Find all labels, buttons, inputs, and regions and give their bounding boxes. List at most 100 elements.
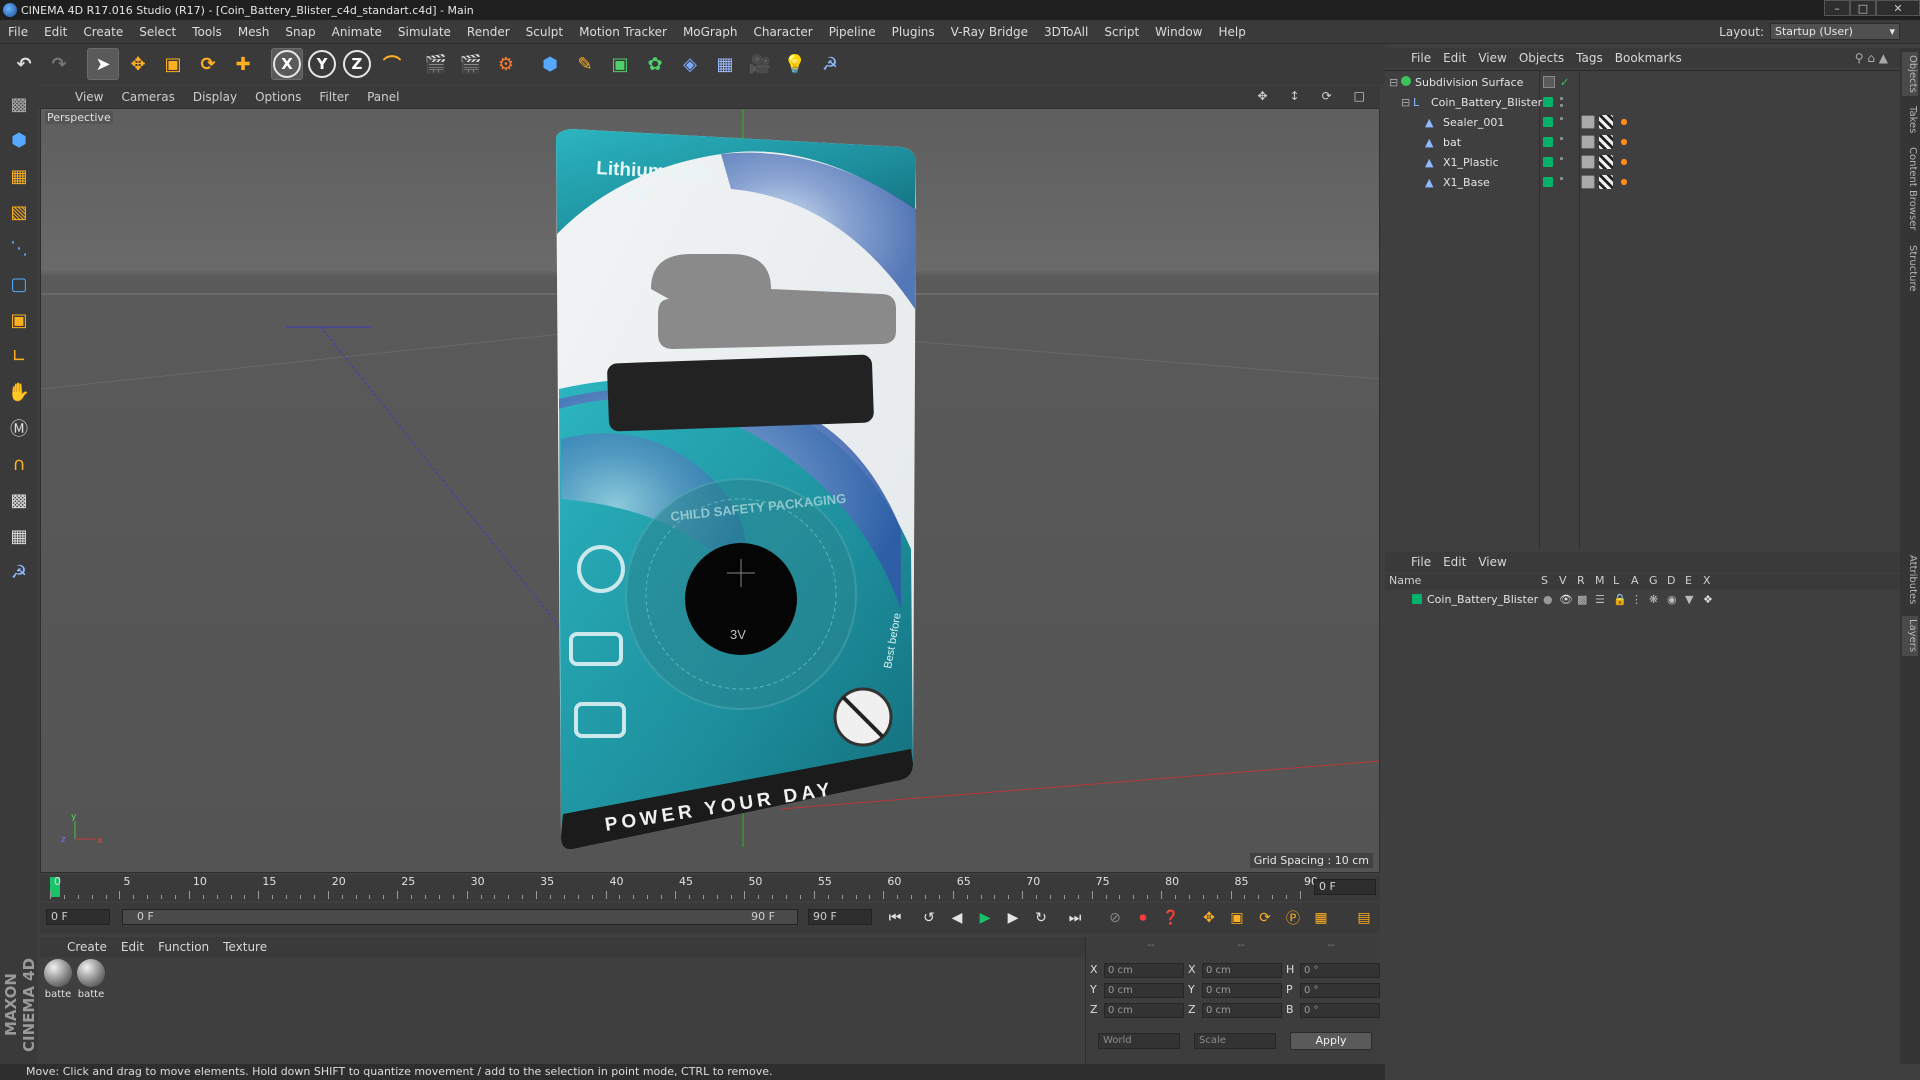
rotation-p-field[interactable]: 0 ° xyxy=(1300,983,1380,998)
material-menu-function[interactable]: Function xyxy=(151,940,216,954)
menu-mograph[interactable]: MoGraph xyxy=(675,25,746,39)
viewport-menu-options[interactable]: Options xyxy=(246,90,310,104)
menu-sculpt[interactable]: Sculpt xyxy=(518,25,571,39)
solo-toggle-icon[interactable]: ● xyxy=(1543,590,1553,609)
polygons-mode-icon[interactable]: ▣ xyxy=(2,304,36,336)
tab-content-browser[interactable]: Content Browser xyxy=(1902,144,1918,234)
last-tool-icon[interactable]: ✚ xyxy=(227,48,259,80)
visibility-toggle[interactable] xyxy=(1543,76,1555,88)
position-y-field[interactable]: 0 cm xyxy=(1104,983,1184,998)
rotation-h-field[interactable]: 0 ° xyxy=(1300,963,1380,978)
zoom-view-icon[interactable]: ↕ xyxy=(1281,89,1309,103)
generator-toggle-icon[interactable]: ❋ xyxy=(1649,590,1658,609)
layer-color-swatch[interactable] xyxy=(1412,594,1422,604)
coordinate-mode-dropdown[interactable]: Scale xyxy=(1194,1033,1276,1049)
end-frame-field[interactable]: 90 F xyxy=(808,909,872,925)
pan-view-icon[interactable]: ✥ xyxy=(1248,89,1276,103)
next-frame-icon[interactable]: ▶ xyxy=(1001,907,1025,929)
layer-header-deformers[interactable]: D xyxy=(1667,574,1675,587)
render-visibility-dot[interactable] xyxy=(1560,104,1563,107)
objects-menu-tags[interactable]: Tags xyxy=(1570,51,1609,65)
minimize-icon[interactable]: – xyxy=(1824,0,1850,16)
menu-file[interactable]: File xyxy=(0,25,36,39)
position-x-field[interactable]: 0 cm xyxy=(1104,963,1184,978)
live-selection-icon[interactable]: ➤ xyxy=(87,48,119,80)
menu-snap[interactable]: Snap xyxy=(277,25,323,39)
layers-menu-file[interactable]: File xyxy=(1405,555,1437,569)
size-y-field[interactable]: 0 cm xyxy=(1202,983,1282,998)
uvw-tag-icon[interactable] xyxy=(1599,135,1613,149)
python-icon[interactable]: ☭ xyxy=(814,48,846,80)
frame-ruler[interactable]: 0 5 10 15 20 25 30 35 40 45 50 55 60 65 70 75 80 85 90 xyxy=(50,875,1318,899)
range-slider[interactable]: 0 F 90 F xyxy=(122,909,798,925)
menu-pipeline[interactable]: Pipeline xyxy=(821,25,884,39)
size-x-field[interactable]: 0 cm xyxy=(1202,963,1282,978)
phong-tag-icon[interactable] xyxy=(1581,175,1595,189)
layer-header-locked[interactable]: L xyxy=(1613,574,1619,587)
layers-menu-view[interactable]: View xyxy=(1472,555,1512,569)
go-to-start-icon[interactable]: ⏮ xyxy=(883,907,907,929)
search-icon[interactable]: ⚲ ⌂ ▲ xyxy=(1849,51,1894,65)
objects-menu-view[interactable]: View xyxy=(1472,51,1512,65)
layer-header-render[interactable]: R xyxy=(1577,574,1585,587)
manager-toggle-icon[interactable]: ☰ xyxy=(1595,590,1605,609)
menu-script[interactable]: Script xyxy=(1096,25,1147,39)
previous-frame-icon[interactable]: ◀ xyxy=(945,907,969,929)
object-row[interactable]: ▲ X1_Base xyxy=(1385,173,1900,192)
layer-header-generators[interactable]: G xyxy=(1649,574,1658,587)
tab-objects[interactable]: Objects xyxy=(1902,52,1918,96)
rotation-b-field[interactable]: 0 ° xyxy=(1300,1003,1380,1018)
editor-visibility-dot[interactable] xyxy=(1560,117,1563,120)
object-row[interactable]: ▲ X1_Plastic xyxy=(1385,153,1900,172)
record-active-objects-icon[interactable]: ⏺ xyxy=(1131,907,1155,929)
scale-tool-icon[interactable]: ▣ xyxy=(157,48,189,80)
editor-visibility-dot[interactable] xyxy=(1560,137,1563,140)
cloner-icon[interactable]: ✿ xyxy=(639,48,671,80)
tweak-mode-icon[interactable]: ✋ xyxy=(2,376,36,408)
phong-tag-icon[interactable] xyxy=(1581,155,1595,169)
uvw-tag-icon[interactable] xyxy=(1599,155,1613,169)
expand-icon[interactable]: ⊟ xyxy=(1389,73,1398,92)
object-row[interactable]: ⊟ L Coin_Battery_Blister xyxy=(1385,93,1900,112)
coordinate-space-dropdown[interactable]: World xyxy=(1098,1033,1180,1049)
object-row[interactable]: ▲ Sealer_001 xyxy=(1385,113,1900,132)
points-mode-icon[interactable]: ⋱ xyxy=(2,232,36,264)
layer-header-expressions[interactable]: E xyxy=(1685,574,1692,587)
xref-toggle-icon[interactable]: ❖ xyxy=(1703,590,1713,609)
material-menu-create[interactable]: Create xyxy=(60,940,114,954)
layers-menu-edit[interactable]: Edit xyxy=(1437,555,1472,569)
layout-dropdown[interactable]: Startup (User) ▾ xyxy=(1770,23,1900,40)
view-toggle-icon[interactable]: 👁 xyxy=(1559,590,1573,609)
objects-menu-file[interactable]: File xyxy=(1405,51,1437,65)
z-axis-lock-button[interactable]: Z xyxy=(341,48,373,80)
animation-toggle-icon[interactable]: ⋮ xyxy=(1631,590,1642,609)
object-row[interactable]: ▲ bat xyxy=(1385,133,1900,152)
size-z-field[interactable]: 0 cm xyxy=(1202,1003,1282,1018)
scheme-settings-icon[interactable]: ▤ xyxy=(1352,907,1376,929)
menu-character[interactable]: Character xyxy=(745,25,820,39)
y-axis-lock-button[interactable]: Y xyxy=(306,48,338,80)
make-editable-icon[interactable]: ▩ xyxy=(2,88,36,120)
viewport-menu-cameras[interactable]: Cameras xyxy=(112,90,183,104)
menu-simulate[interactable]: Simulate xyxy=(390,25,459,39)
menu-motion-tracker[interactable]: Motion Tracker xyxy=(571,25,675,39)
subdivision-surface-icon[interactable]: ▣ xyxy=(604,48,636,80)
layer-header-view[interactable]: V xyxy=(1559,574,1567,587)
object-row[interactable]: ⊟ Subdivision Surface ✓ xyxy=(1385,73,1900,92)
objects-menu-edit[interactable]: Edit xyxy=(1437,51,1472,65)
close-icon[interactable]: ✕ xyxy=(1876,0,1920,16)
expand-icon[interactable]: ⊟ xyxy=(1401,93,1410,112)
layer-header-solo[interactable]: S xyxy=(1541,574,1548,587)
current-frame-field[interactable]: 0 F xyxy=(1314,879,1376,895)
layer-header-name[interactable]: Name xyxy=(1389,574,1421,587)
expression-toggle-icon[interactable]: ▼ xyxy=(1685,590,1693,609)
material-tag-icon[interactable] xyxy=(1617,115,1631,129)
coordinate-system-icon[interactable]: ⌒ xyxy=(376,48,408,80)
render-toggle-icon[interactable]: ▩ xyxy=(1577,590,1587,609)
record-position-icon[interactable]: ⊘ xyxy=(1103,907,1127,929)
toggle-view-icon[interactable]: □ xyxy=(1345,89,1374,103)
lock-icon[interactable]: 🔒 xyxy=(1613,590,1627,609)
key-scale-icon[interactable]: ▣ xyxy=(1225,907,1249,929)
material-swatch[interactable]: batte xyxy=(76,959,106,1000)
viewport-menu-panel[interactable]: Panel xyxy=(358,90,408,104)
